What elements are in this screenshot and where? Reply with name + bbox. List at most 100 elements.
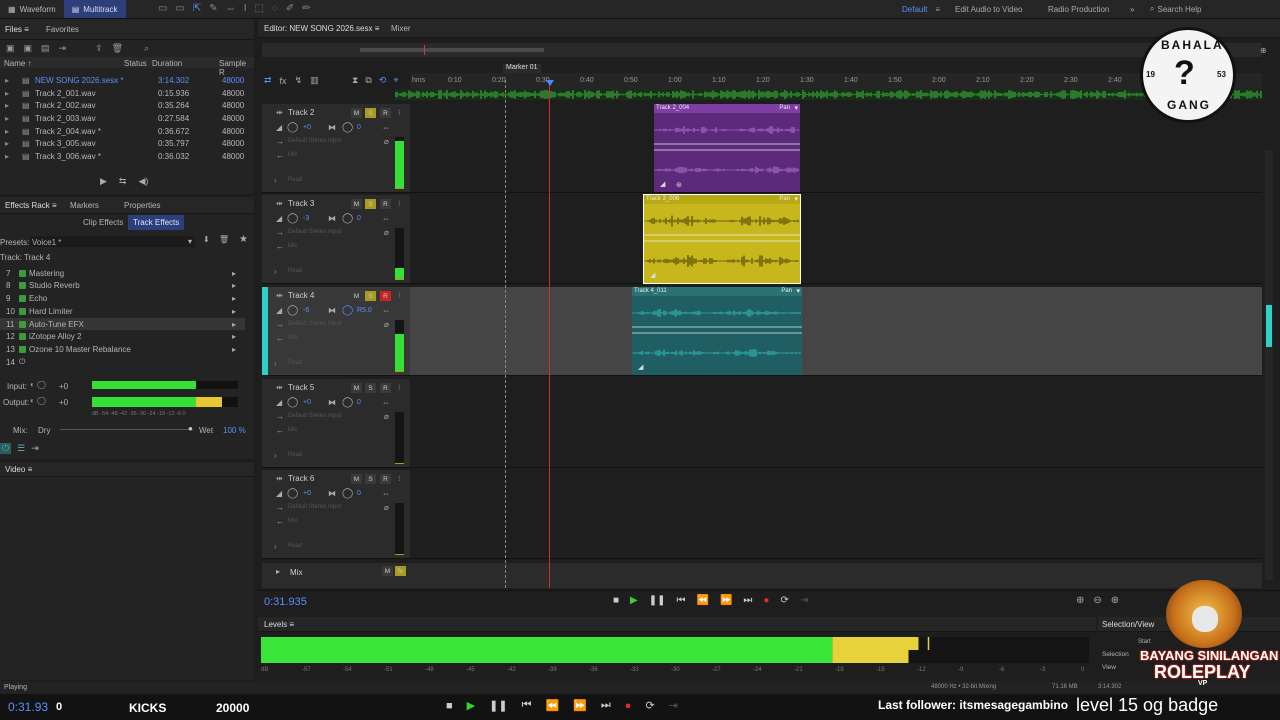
monitor-icon[interactable]: ⁝ <box>398 199 401 208</box>
track[interactable]: ⇹ Track 3 M S R ⁝ ◢ ◯ -3 ⧓ ◯ 0 ⇔ → Default Stereo Inpu… <box>262 194 1262 284</box>
solo-button[interactable]: S <box>365 199 376 209</box>
expand-icon[interactable]: ▸ <box>5 89 9 98</box>
expand-icon[interactable]: ▸ <box>5 114 9 123</box>
timeline-ruler[interactable]: hms 0:10 0:20 0:30 0:40 0:50 1:00 1:10 1:20 1:30… <box>410 73 1262 89</box>
monitor-icon[interactable]: ⁝ <box>398 108 401 117</box>
pan-knob-icon[interactable]: ◯ <box>342 122 353 133</box>
phase-icon[interactable]: ⌀ <box>384 228 389 237</box>
solo-button[interactable]: S <box>365 108 376 118</box>
record-arm-button[interactable]: R <box>380 108 391 118</box>
volume-value[interactable]: -3 <box>303 215 309 222</box>
expand-icon[interactable]: › <box>274 267 277 276</box>
stereo-icon[interactable]: ⇔ <box>382 123 390 132</box>
volume-value[interactable]: +0 <box>303 124 311 131</box>
track-name[interactable]: Track 4 <box>288 291 314 300</box>
arrow-right-icon[interactable]: ▸ <box>232 307 236 316</box>
play-icon[interactable]: ▶ <box>630 595 638 606</box>
file-row[interactable]: ▸ ▤ Track 2_004.wav * 0:36.672 48000 <box>0 125 250 138</box>
output-select[interactable]: Mix <box>288 243 297 249</box>
input-select[interactable]: Default Stereo Input <box>288 504 341 510</box>
pan-value[interactable]: 0 <box>357 215 361 222</box>
stop-icon[interactable]: ■ <box>613 595 619 606</box>
sends-icon[interactable]: ↯ <box>295 75 303 86</box>
arrow-right-icon[interactable]: ▸ <box>232 320 236 329</box>
power-icon[interactable] <box>19 345 26 353</box>
marker-label[interactable]: Marker 01 <box>503 64 541 73</box>
lock-icon[interactable]: ⊛ <box>676 181 682 189</box>
automation-mode[interactable]: Read <box>288 452 302 458</box>
drag-handle-icon[interactable]: ⇹ <box>276 474 283 483</box>
output-value[interactable]: +0 <box>59 398 68 407</box>
markers-tab[interactable]: Markers <box>70 201 99 210</box>
track-effects-tab[interactable]: Track Effects <box>128 215 185 230</box>
workspace-default[interactable]: Default ≡ <box>902 0 940 18</box>
clip-effects-tab[interactable]: Clip Effects <box>83 218 123 227</box>
favorite-star-icon[interactable]: ★ <box>239 234 248 245</box>
pan-knob-icon[interactable]: ◯ <box>342 305 353 316</box>
output-select[interactable]: Mix <box>288 335 297 341</box>
healing-icon[interactable]: ✏ <box>302 3 310 14</box>
pan-value[interactable]: 0 <box>357 399 361 406</box>
mix-slider[interactable] <box>60 429 193 430</box>
drag-handle-icon[interactable]: ⇹ <box>276 291 283 300</box>
effect-slot[interactable]: 14 ⏻ <box>0 356 245 369</box>
workspace-edit-video[interactable]: Edit Audio to Video <box>955 0 1022 18</box>
pause-icon[interactable]: ❚❚ <box>489 699 507 712</box>
power-icon[interactable] <box>19 282 26 290</box>
editor-tab[interactable]: Editor: NEW SONG 2026.sesx ≡ <box>264 24 379 33</box>
automation-mode[interactable]: Read <box>288 177 302 183</box>
effect-slot[interactable]: 7 Mastering ▸ <box>0 267 245 280</box>
expand-icon[interactable]: ▸ <box>5 152 9 161</box>
track[interactable]: ⇹ Track 6 M S R ⁝ ◢ ◯ +0 ⧓ ◯ 0 ⇔ → Default Stereo Inpu… <box>262 470 1262 559</box>
monitor-icon[interactable]: ⁝ <box>398 291 401 300</box>
input-select[interactable]: Default Stereo Input <box>288 138 341 144</box>
track[interactable]: ⇹ Track 4 M S R ⁝ ◢ ◯ -6 ⧓ ◯ R5.0 ⇔ → Default Stereo I… <box>262 287 1262 376</box>
trash-icon[interactable]: 🗑 <box>112 43 123 54</box>
pause-icon[interactable]: ❚❚ <box>649 595 666 606</box>
snap-icon[interactable]: ⧗ <box>352 75 358 86</box>
volume-icon[interactable]: ◢ <box>276 489 282 498</box>
current-time[interactable]: 0:31.935 <box>264 596 307 608</box>
volume-knob-icon[interactable]: ◯ <box>287 122 298 133</box>
track-name[interactable]: Track 5 <box>288 383 314 392</box>
mix-fx-button[interactable]: fx <box>395 566 406 576</box>
clip-volume-icon[interactable]: ◢ <box>660 180 665 188</box>
record-arm-button[interactable]: R <box>380 474 391 484</box>
drag-handle-icon[interactable]: ⇹ <box>276 383 283 392</box>
pan-knob-icon[interactable]: ◯ <box>342 488 353 499</box>
insert-fx-icon[interactable]: ⇥ <box>31 443 39 454</box>
file-row[interactable]: ▸ ▤ Track 3_005.wav 0:35.797 48000 <box>0 138 250 151</box>
expand-icon[interactable]: ▸ <box>5 76 9 85</box>
automation-mode[interactable]: Read <box>288 543 302 549</box>
audio-clip[interactable]: Track 4_011 Pan ▾ ◢ <box>632 287 802 375</box>
search-help[interactable]: ⌕ Search Help <box>1150 0 1202 18</box>
skip-selection-icon[interactable]: ⇥ <box>800 595 808 606</box>
file-row[interactable]: ▸ ▤ Track 2_003.wav 0:27.584 48000 <box>0 112 250 125</box>
loop-icon[interactable]: ⟳ <box>645 699 654 712</box>
expand-icon[interactable]: ▸ <box>5 101 9 110</box>
loop-icon[interactable]: ⟳ <box>780 595 788 606</box>
input-value[interactable]: +0 <box>59 382 68 391</box>
phase-icon[interactable]: ⌀ <box>384 320 389 329</box>
power-icon[interactable]: ⏻ <box>0 443 12 454</box>
track[interactable]: ⇹ Track 5 M S R ⁝ ◢ ◯ +0 ⧓ ◯ 0 ⇔ → Default Stereo Inpu… <box>262 379 1262 468</box>
delete-preset-icon[interactable]: 🗑 <box>219 235 229 244</box>
pan-value[interactable]: R5.0 <box>357 307 372 314</box>
volume-value[interactable]: +0 <box>303 399 311 406</box>
pan-icon[interactable]: ⧓ <box>328 214 336 223</box>
effects-rack-tab[interactable]: Effects Rack ≡ <box>5 201 57 210</box>
mix-slider-handle[interactable]: ● <box>188 424 193 433</box>
monitor-icon[interactable]: ⁝ <box>398 474 401 483</box>
pan-icon[interactable]: ⧓ <box>328 123 336 132</box>
list-icon[interactable]: ☰ <box>17 443 25 454</box>
output-select[interactable]: Mix <box>288 427 297 433</box>
slip-tool-icon[interactable]: ⇔ <box>226 3 236 14</box>
arrow-right-icon[interactable]: ▸ <box>232 294 236 303</box>
playhead-head[interactable] <box>546 80 554 86</box>
mute-button[interactable]: M <box>351 199 362 209</box>
loop-icon[interactable]: ⇆ <box>119 176 127 187</box>
volume-icon[interactable]: ◀) <box>138 176 148 187</box>
zoom-out-amplitude-icon[interactable]: ⊖ <box>1093 595 1101 606</box>
volume-icon[interactable]: ◢ <box>276 398 282 407</box>
stereo-icon[interactable]: ⇔ <box>382 489 390 498</box>
